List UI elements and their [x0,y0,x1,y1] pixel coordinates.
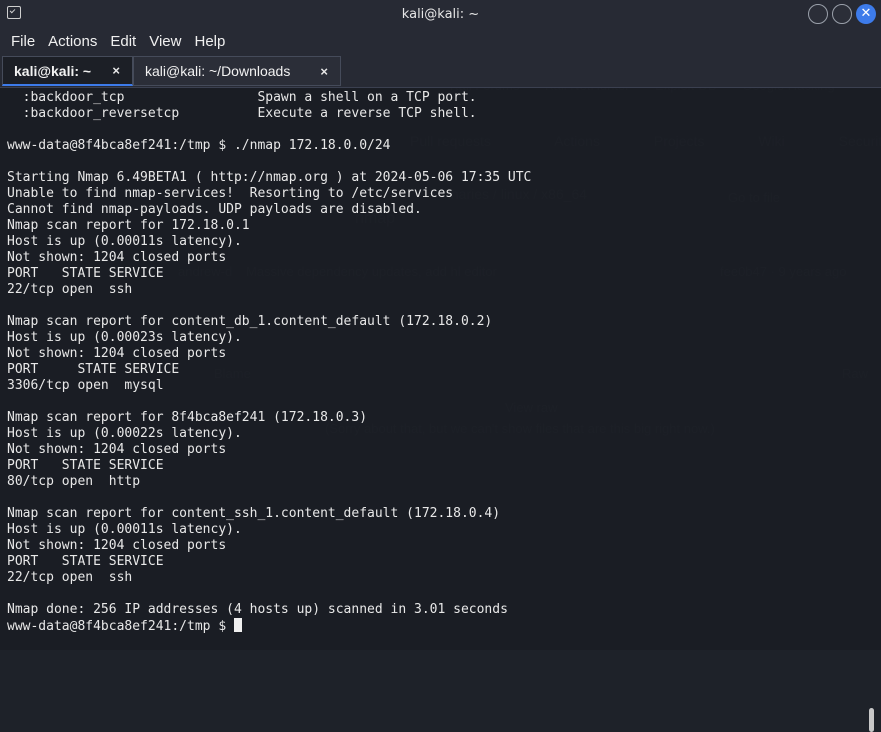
terminal-line: Not shown: 1204 closed ports [7,346,227,361]
terminal-line: Not shown: 1204 closed ports [7,250,227,265]
window-title: kali@kali: ~ [401,6,480,22]
terminal-line: PORT STATE SERVICE [7,362,180,377]
maximize-button[interactable] [832,4,852,24]
terminal-line: :backdoor_tcp Spawn a shell on a TCP por… [7,90,477,105]
tab-label: kali@kali: ~/Downloads [145,63,291,79]
terminal-line: Host is up (0.00022s latency). [7,426,242,441]
terminal-line: Host is up (0.00023s latency). [7,330,242,345]
terminal-line: PORT STATE SERVICE [7,554,164,569]
window-titlebar[interactable]: kali@kali: ~ ✕ [0,0,881,28]
terminal-line: Not shown: 1204 closed ports [7,442,227,457]
terminal-line: Nmap scan report for content_db_1.conten… [7,314,493,329]
terminal-line: Nmap done: 256 IP addresses (4 hosts up)… [7,602,508,617]
close-icon: ✕ [860,6,872,21]
terminal-line: 22/tcp open ssh [7,570,133,585]
terminal-line: Host is up (0.00011s latency). [7,522,242,537]
terminal-line: Nmap scan report for content_ssh_1.conte… [7,506,501,521]
terminal-line: Cannot find nmap-payloads. UDP payloads … [7,202,422,217]
terminal-scrollbar[interactable] [869,708,874,732]
terminal-prompt: www-data@8f4bca8ef241:/tmp $ [7,619,234,634]
terminal-line: 22/tcp open ssh [7,282,133,297]
tab-close-icon[interactable]: × [112,63,120,78]
terminal-line: www-data@8f4bca8ef241:/tmp $ ./nmap 172.… [7,138,391,153]
tab-home[interactable]: kali@kali: ~ × [2,56,133,86]
terminal-line: Not shown: 1204 closed ports [7,538,227,553]
terminal-app-icon [7,6,21,19]
terminal-line: Starting Nmap 6.49BETA1 ( http://nmap.or… [7,170,532,185]
menu-bar: File Actions Edit View Help [0,28,881,54]
terminal-prompt-line[interactable]: www-data@8f4bca8ef241:/tmp $ [7,618,531,635]
tab-downloads[interactable]: kali@kali: ~/Downloads × [133,56,341,86]
terminal-line: Nmap scan report for 8f4bca8ef241 (172.1… [7,410,368,425]
terminal-line: Host is up (0.00011s latency). [7,234,242,249]
terminal-line: 80/tcp open http [7,474,141,489]
terminal-line: 3306/tcp open mysql [7,378,164,393]
terminal-line: Nmap scan report for 172.18.0.1 [7,218,250,233]
menu-edit[interactable]: Edit [99,33,136,50]
terminal-line: PORT STATE SERVICE [7,458,164,473]
menu-actions[interactable]: Actions [37,33,97,50]
tab-label: kali@kali: ~ [14,62,92,79]
menu-help[interactable]: Help [183,33,225,50]
terminal-line: Unable to find nmap-services! Resorting … [7,186,454,201]
text-cursor [233,618,242,632]
terminal-output: :backdoor_tcp Spawn a shell on a TCP por… [7,90,531,635]
menu-file[interactable]: File [0,33,35,50]
terminal-lines: :backdoor_tcp Spawn a shell on a TCP por… [7,90,531,618]
tab-close-icon[interactable]: × [320,64,328,79]
terminal-view[interactable]: :backdoor_tcp Spawn a shell on a TCP por… [0,88,881,732]
terminal-line: PORT STATE SERVICE [7,266,164,281]
minimize-button[interactable] [808,4,828,24]
close-window-button[interactable]: ✕ [856,4,876,24]
terminal-line: :backdoor_reversetcp Execute a reverse T… [7,106,477,121]
tab-bar: kali@kali: ~ × kali@kali: ~/Downloads × [0,54,881,88]
menu-view[interactable]: View [138,33,181,50]
